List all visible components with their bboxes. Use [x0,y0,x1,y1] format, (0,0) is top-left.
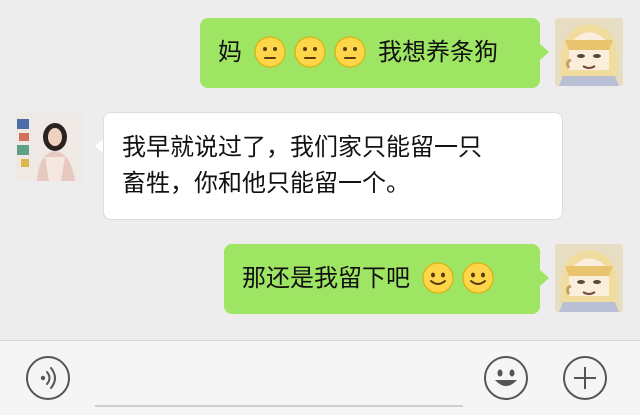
neutral-face-emoji [294,36,326,68]
message-text: 那还是我留下吧 [242,264,410,292]
emoji-button[interactable] [484,356,528,400]
neutral-face-emoji [334,36,366,68]
message-bubble-sent[interactable]: 妈 我想养条狗 [200,18,540,88]
message-text: 我想养条狗 [378,38,498,66]
bubble-tail [540,270,549,286]
message-bubble-sent[interactable]: 那还是我留下吧 [224,244,540,314]
smiling-face-emoji [462,262,494,294]
emoji-icon [495,369,517,386]
my-avatar[interactable] [555,18,623,86]
contact-avatar[interactable] [15,113,83,181]
message-text-line: 畜牲，你和他只能留一个。 [122,169,410,197]
bubble-tail [540,44,549,60]
message-text: 妈 [218,38,242,66]
message-input-underline[interactable] [95,405,463,407]
plus-button[interactable] [563,356,607,400]
message-text-line: 我早就说过了，我们家只能留一只 [122,133,482,161]
input-toolbar [0,340,640,415]
neutral-face-emoji [254,36,286,68]
my-avatar[interactable] [555,244,623,312]
voice-button[interactable] [26,356,70,400]
smiling-face-emoji [422,262,454,294]
plus-icon [574,367,596,389]
chat-area: 妈 我想养条狗 我早就说过了，我们家只能留一只 畜牲，你和他只能留一个。 那还是… [0,0,640,340]
message-bubble-received[interactable]: 我早就说过了，我们家只能留一只 畜牲，你和他只能留一个。 [103,112,563,220]
voice-icon [40,367,56,389]
